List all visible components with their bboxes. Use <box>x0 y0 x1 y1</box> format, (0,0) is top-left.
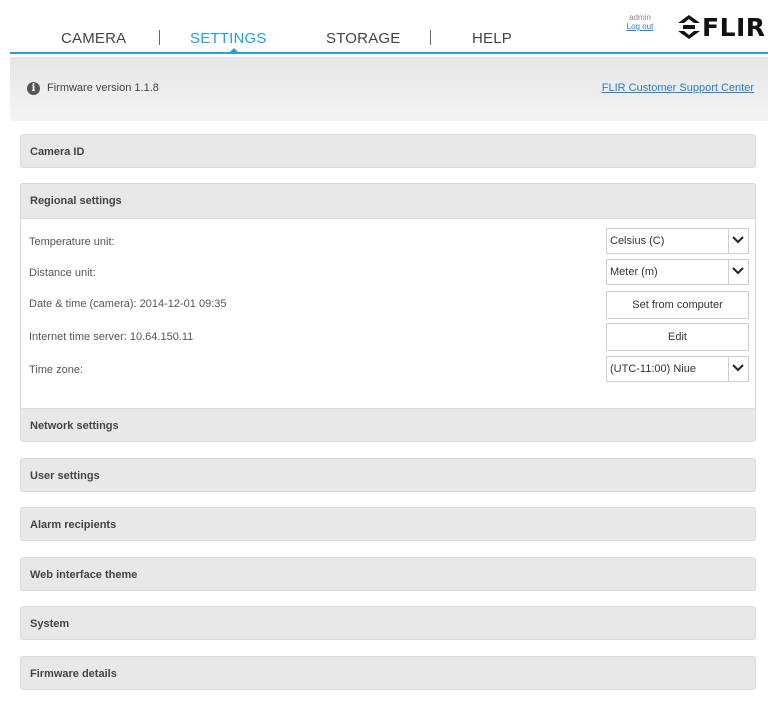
info-icon: i <box>27 82 40 95</box>
section-title: Regional settings <box>30 195 122 207</box>
set-from-computer-button[interactable]: Set from computer <box>606 291 749 319</box>
section-title: Web interface theme <box>30 569 138 581</box>
username: admin <box>629 13 651 22</box>
edit-time-server-button[interactable]: Edit <box>606 323 749 351</box>
section-camera-id[interactable]: Camera ID <box>20 134 756 168</box>
tab-separator <box>430 30 431 45</box>
section-regional-settings: Regional settings Temperature unit: Cels… <box>20 183 756 420</box>
internet-time-server-label: Internet time server: 10.64.150.11 <box>29 331 194 343</box>
date-time-label: Date & time (camera): 2014-12-01 09:35 <box>29 298 227 310</box>
user-box: admin Log out <box>622 13 658 31</box>
chevron-down-icon <box>728 357 748 381</box>
select-value: (UTC-11:00) Niue <box>610 363 696 375</box>
tab-help[interactable]: HELP <box>472 30 512 47</box>
section-alarm-recipients[interactable]: Alarm recipients <box>20 507 756 541</box>
temperature-unit-label: Temperature unit: <box>29 236 115 248</box>
section-title: User settings <box>30 470 100 482</box>
distance-unit-label: Distance unit: <box>29 267 96 279</box>
tab-settings[interactable]: SETTINGS <box>190 30 267 47</box>
section-title: Firmware details <box>30 668 117 680</box>
section-title: System <box>30 618 70 630</box>
section-header-regional[interactable]: Regional settings <box>21 184 755 219</box>
chevron-down-icon <box>728 229 748 253</box>
flir-logo: FLIR <box>678 12 766 42</box>
select-value: Celsius (C) <box>610 235 665 247</box>
temperature-unit-select[interactable]: Celsius (C) <box>606 228 749 254</box>
select-value: Meter (m) <box>610 266 658 278</box>
section-title: Alarm recipients <box>30 519 117 531</box>
section-title: Network settings <box>30 420 119 432</box>
section-firmware-details[interactable]: Firmware details <box>20 656 756 690</box>
firmware-version: Firmware version 1.1.8 <box>47 82 159 94</box>
time-zone-label: Time zone: <box>29 364 84 376</box>
tab-separator <box>159 30 160 45</box>
section-web-interface-theme[interactable]: Web interface theme <box>20 557 756 591</box>
distance-unit-select[interactable]: Meter (m) <box>606 259 749 285</box>
chevron-down-icon <box>728 260 748 284</box>
section-network-settings[interactable]: Network settings <box>20 408 756 442</box>
tab-storage[interactable]: STORAGE <box>326 30 400 47</box>
logout-link[interactable]: Log out <box>622 22 658 31</box>
tab-camera[interactable]: CAMERA <box>61 30 126 47</box>
time-zone-select[interactable]: (UTC-11:00) Niue <box>606 356 749 382</box>
flir-logo-icon <box>678 15 700 39</box>
nav-underline <box>10 52 768 54</box>
section-system[interactable]: System <box>20 606 756 640</box>
flir-logo-text: FLIR <box>702 12 766 42</box>
section-user-settings[interactable]: User settings <box>20 458 756 492</box>
support-center-link[interactable]: FLIR Customer Support Center <box>602 82 754 94</box>
info-bar: i Firmware version 1.1.8 FLIR Customer S… <box>10 57 768 121</box>
section-title: Camera ID <box>30 146 85 158</box>
